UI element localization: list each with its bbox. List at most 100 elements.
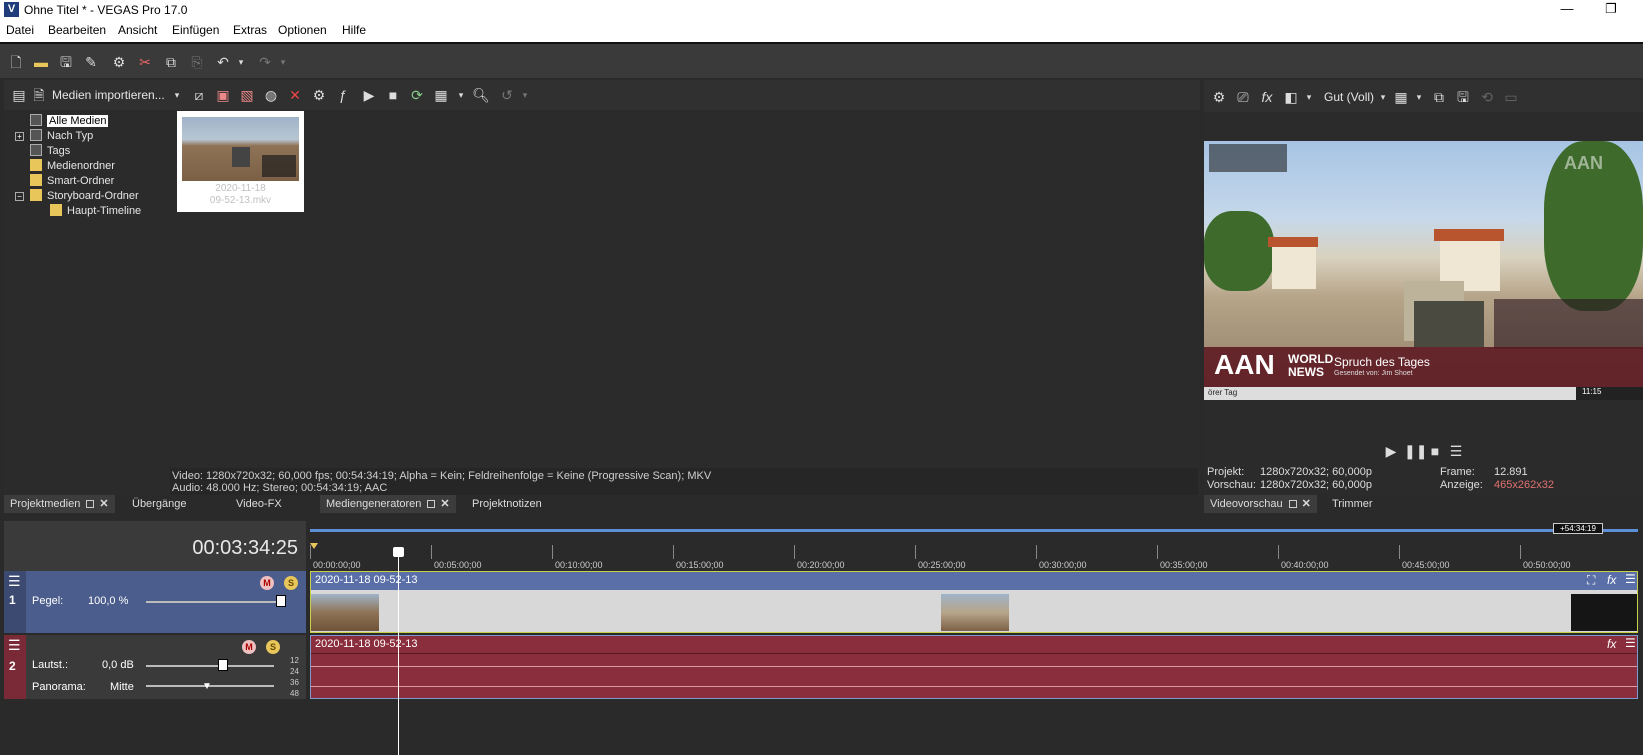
- tree-item-medienordner[interactable]: Medienordner: [30, 159, 115, 175]
- overlays-dropdown-icon[interactable]: ▾: [1410, 88, 1428, 106]
- video-fx-icon[interactable]: fx: [1258, 88, 1276, 106]
- tab-videovorschau[interactable]: Videovorschau ✕: [1204, 495, 1317, 513]
- undo-dropdown-icon[interactable]: ▾: [232, 53, 250, 71]
- pan-slider-thumb[interactable]: ▼: [202, 681, 212, 692]
- undock-icon[interactable]: [427, 500, 436, 508]
- solo-icon[interactable]: S: [284, 576, 298, 590]
- timeline-ruler[interactable]: +54:34:19 00:00:00;00 00:05:00;00 00:10:…: [310, 521, 1638, 571]
- paste-icon[interactable]: ⎘: [188, 53, 206, 71]
- views-icon[interactable]: ▦: [432, 86, 450, 104]
- event-fx-icon[interactable]: fx: [1607, 637, 1616, 651]
- menu-bearbeiten[interactable]: Bearbeiten: [48, 23, 106, 37]
- preview-menu-icon[interactable]: ☰: [1447, 442, 1465, 460]
- save-snapshot-icon[interactable]: 🖫: [1454, 88, 1472, 106]
- save-as-icon[interactable]: ✎: [82, 53, 100, 71]
- play-icon[interactable]: ▶: [1382, 442, 1400, 460]
- views-dropdown-icon[interactable]: ▾: [452, 86, 470, 104]
- tree-item-storyboard-ordner[interactable]: Storyboard-Ordner: [30, 189, 139, 205]
- collapse-storyboard-icon[interactable]: −: [15, 192, 24, 201]
- mute-icon[interactable]: M: [260, 576, 274, 590]
- preview-fullscreen-icon[interactable]: ▭: [1502, 88, 1520, 106]
- mute-icon[interactable]: M: [242, 640, 256, 654]
- tab-projektnotizen[interactable]: Projektnotizen: [466, 495, 548, 513]
- media-view-icon[interactable]: ▤: [10, 86, 28, 104]
- tab-projektmedien[interactable]: Projektmedien ✕: [4, 495, 115, 513]
- cut-icon[interactable]: ✂: [136, 53, 154, 71]
- loop-region-bar[interactable]: [310, 529, 1638, 532]
- tab-mediengeneratoren[interactable]: Mediengeneratoren ✕: [320, 495, 456, 513]
- audio-clip-header[interactable]: 2020-11-18 09-52-13 fx ☰: [311, 636, 1637, 654]
- close-icon[interactable]: ✕: [99, 498, 108, 510]
- tree-item-smart-ordner[interactable]: Smart-Ordner: [30, 174, 114, 190]
- get-media-icon[interactable]: ▣: [214, 86, 232, 104]
- event-pan-crop-icon[interactable]: ⛶: [1587, 573, 1595, 588]
- redo-icon[interactable]: ↷: [256, 53, 274, 71]
- media-fx-icon[interactable]: ƒ: [334, 86, 352, 104]
- track-menu-icon[interactable]: ☰: [8, 637, 21, 654]
- audio-track-header[interactable]: ☰ 2 M S Lautst.: 0,0 dB Panorama: Mitte …: [4, 635, 306, 699]
- pause-icon[interactable]: ❚❚: [1404, 442, 1427, 460]
- stop-icon[interactable]: ■: [1426, 442, 1444, 460]
- video-clip-header[interactable]: 2020-11-18 09-52-13 ⛶ fx ☰: [311, 572, 1637, 590]
- preview-quality-select[interactable]: Gut (Voll): [1324, 90, 1374, 104]
- video-track-lane[interactable]: 2020-11-18 09-52-13 ⛶ fx ☰: [310, 571, 1638, 633]
- close-icon[interactable]: ✕: [1302, 498, 1311, 510]
- tab-video-fx[interactable]: Video-FX: [230, 495, 288, 513]
- preview-properties-gear-icon[interactable]: ⚙: [1210, 88, 1228, 106]
- expand-nach-typ-icon[interactable]: +: [15, 132, 24, 141]
- menu-einfuegen[interactable]: Einfügen: [172, 23, 219, 37]
- event-fx-icon[interactable]: fx: [1607, 573, 1616, 587]
- menu-optionen[interactable]: Optionen: [278, 23, 327, 37]
- play-media-icon[interactable]: ▶: [360, 86, 378, 104]
- overlays-grid-icon[interactable]: ▦: [1392, 88, 1410, 106]
- properties-gear-icon[interactable]: ⚙: [110, 53, 128, 71]
- preview-device-icon[interactable]: ⎚: [1234, 88, 1252, 106]
- new-project-icon[interactable]: 🗋: [7, 53, 25, 71]
- redo-dropdown-icon[interactable]: ▾: [274, 53, 292, 71]
- refresh-icon[interactable]: ↺: [498, 86, 516, 104]
- search-icon[interactable]: 🔍︎: [472, 86, 490, 104]
- volume-slider-track[interactable]: [146, 665, 274, 667]
- level-slider-track[interactable]: [146, 601, 286, 603]
- undo-icon[interactable]: ↶: [214, 53, 232, 71]
- media-properties-icon[interactable]: ⚙: [310, 86, 328, 104]
- playhead-handle[interactable]: [393, 547, 404, 557]
- remove-media-icon[interactable]: ✕: [286, 86, 304, 104]
- undock-icon[interactable]: [86, 500, 95, 508]
- event-menu-icon[interactable]: ☰: [1625, 572, 1636, 586]
- event-menu-icon[interactable]: ☰: [1625, 636, 1636, 650]
- close-icon[interactable]: ✕: [440, 498, 449, 510]
- copy-icon[interactable]: ⧉: [162, 53, 180, 71]
- media-thumbnail[interactable]: 2020-11-18 09-52-13.mkv: [177, 111, 304, 212]
- preview-disabled-icon[interactable]: ⟲: [1478, 88, 1496, 106]
- solo-icon[interactable]: S: [266, 640, 280, 654]
- track-menu-icon[interactable]: ☰: [8, 573, 21, 590]
- refresh-dropdown-icon[interactable]: ▾: [516, 86, 534, 104]
- tree-item-nach-typ[interactable]: Nach Typ: [30, 129, 93, 145]
- web-media-icon[interactable]: ◍: [262, 86, 280, 104]
- split-screen-icon[interactable]: ◧: [1282, 88, 1300, 106]
- tree-item-haupt-timeline[interactable]: Haupt-Timeline: [50, 204, 141, 220]
- maximize-button[interactable]: ❐: [1596, 0, 1626, 20]
- capture-icon[interactable]: ⧄: [190, 86, 208, 104]
- tab-trimmer[interactable]: Trimmer: [1326, 495, 1379, 513]
- import-dropdown-icon[interactable]: ▾: [168, 86, 186, 104]
- undock-icon[interactable]: [1288, 500, 1297, 508]
- import-media-button[interactable]: Medien importieren...: [52, 88, 165, 102]
- tab-uebergaenge[interactable]: Übergänge: [126, 495, 192, 513]
- auto-preview-icon[interactable]: ⟳: [408, 86, 426, 104]
- stop-media-icon[interactable]: ■: [384, 86, 402, 104]
- marker-flag-icon[interactable]: [310, 543, 318, 549]
- audio-track-lane[interactable]: 2020-11-18 09-52-13 fx ☰: [310, 635, 1638, 699]
- menu-extras[interactable]: Extras: [233, 23, 267, 37]
- extract-audio-icon[interactable]: ▧: [238, 86, 256, 104]
- minimize-button[interactable]: —: [1552, 0, 1582, 20]
- level-slider-thumb[interactable]: [276, 595, 286, 607]
- import-media-icon[interactable]: 🗎: [30, 86, 48, 104]
- volume-slider-thumb[interactable]: [218, 659, 228, 671]
- menu-datei[interactable]: Datei: [6, 23, 34, 37]
- playhead[interactable]: [398, 553, 399, 755]
- open-folder-icon[interactable]: ▬: [32, 53, 50, 71]
- quality-dropdown-icon[interactable]: ▾: [1374, 88, 1392, 106]
- tree-item-alle-medien[interactable]: Alle Medien: [30, 114, 109, 130]
